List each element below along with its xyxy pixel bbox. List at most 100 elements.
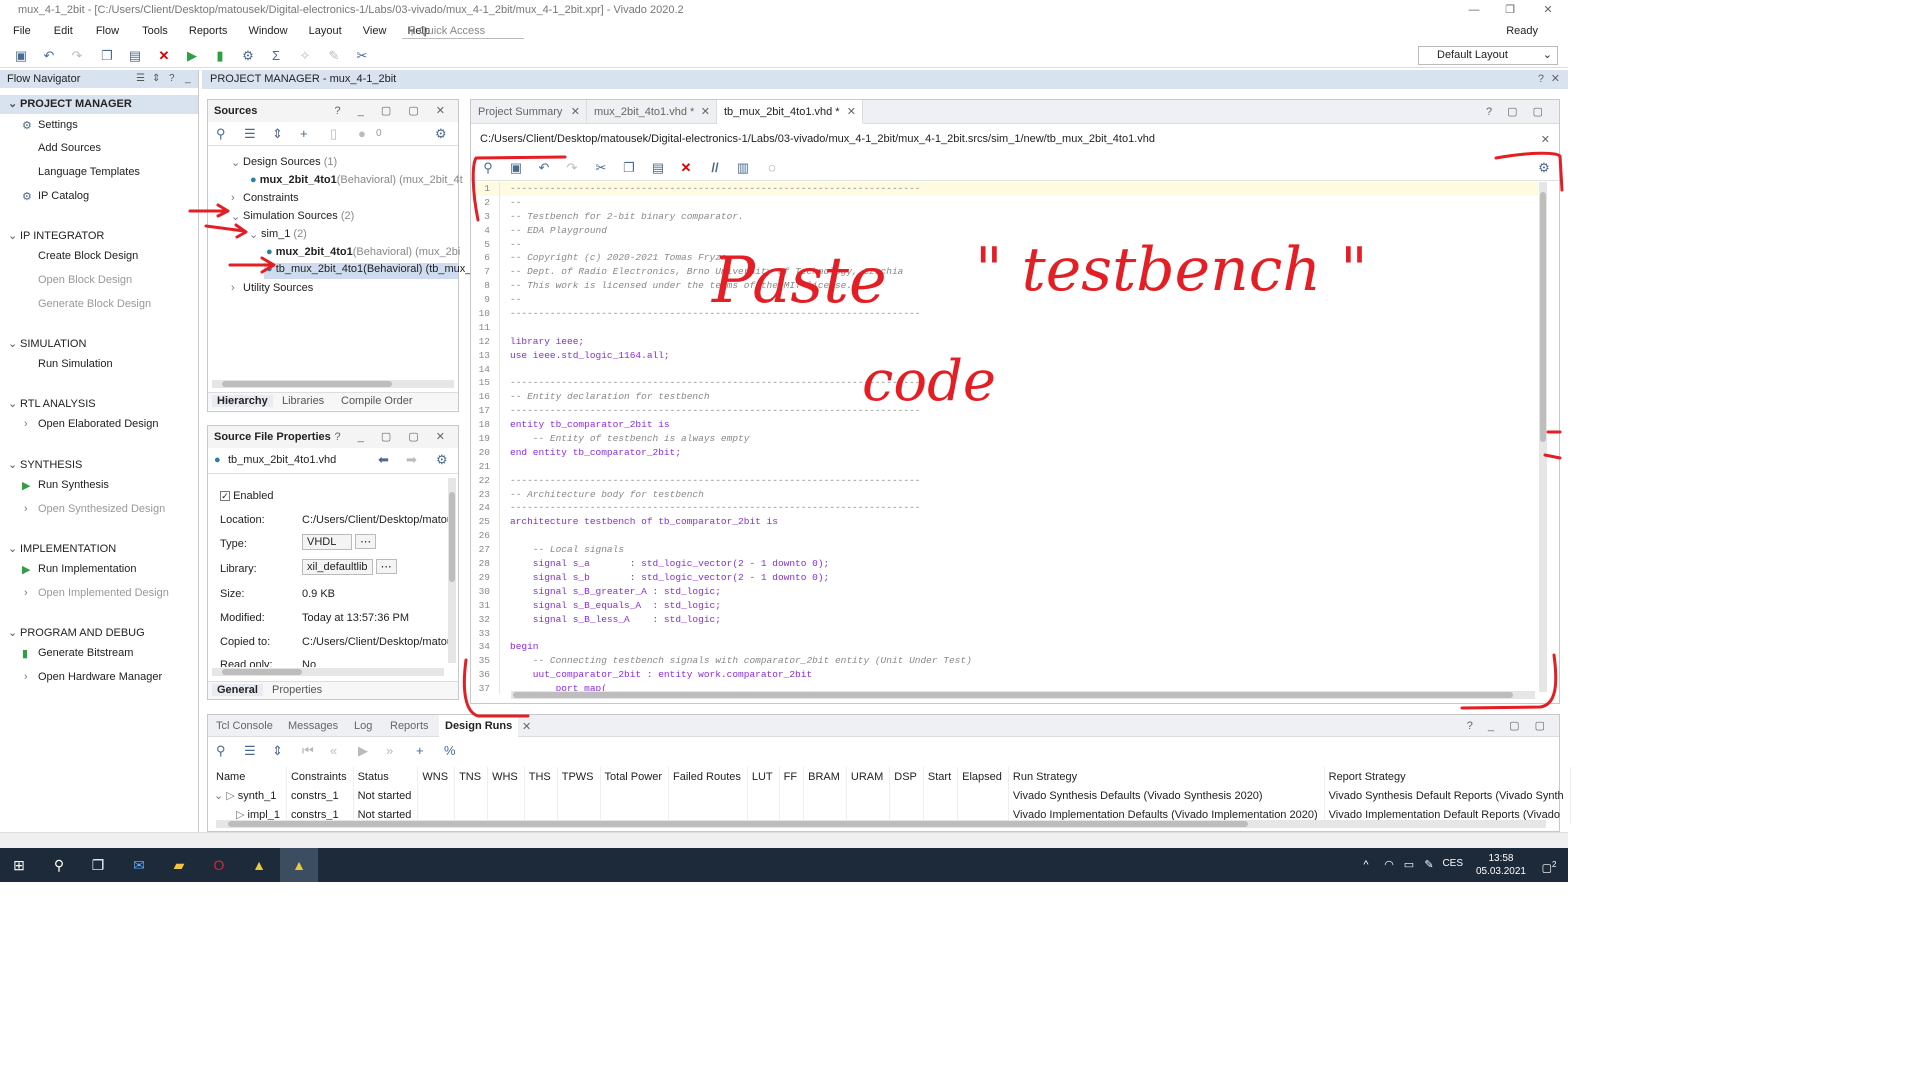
code-line[interactable]: 14 bbox=[476, 363, 1538, 377]
nav-run-synthesis[interactable]: ▶ Run Synthesis bbox=[22, 479, 109, 492]
tab-compile-order[interactable]: Compile Order bbox=[341, 395, 413, 407]
tree-simulation-sources[interactable]: ⌄ Simulation Sources (2) bbox=[231, 210, 354, 223]
tab-log[interactable]: Log bbox=[348, 715, 378, 737]
undo-icon[interactable]: ↶ bbox=[40, 47, 58, 65]
section-program-and-debug[interactable]: ⌄ PROGRAM AND DEBUG bbox=[8, 626, 145, 639]
menu-file[interactable]: File bbox=[13, 20, 31, 42]
column-header[interactable]: THS bbox=[524, 767, 558, 786]
menu-view[interactable]: View bbox=[363, 20, 387, 42]
code-line[interactable]: 31 signal s_B_equals_A : std_logic; bbox=[476, 599, 1538, 613]
editor-vscroll[interactable] bbox=[1539, 182, 1547, 692]
code-line[interactable]: 17 --------------------------------------… bbox=[476, 404, 1538, 418]
tab-properties[interactable]: Properties bbox=[272, 684, 322, 696]
nav-create-block-design[interactable]: Create Block Design bbox=[38, 250, 138, 262]
comment-icon[interactable]: // bbox=[706, 159, 724, 177]
type-field[interactable]: VHDL bbox=[302, 534, 352, 550]
tree-mux-sim[interactable]: ● mux_2bit_4to1(Behavioral) (mux_2bi bbox=[266, 246, 460, 258]
open-project-icon[interactable]: ▣ bbox=[12, 47, 30, 65]
restore-button[interactable]: ❐ bbox=[1490, 0, 1530, 20]
search-icon[interactable]: ⚲ bbox=[479, 159, 497, 177]
next-icon[interactable]: » bbox=[386, 743, 393, 758]
close-icon[interactable]: ✕ bbox=[701, 100, 710, 124]
copy-icon[interactable]: ❐ bbox=[620, 159, 638, 177]
code-line[interactable]: 4 -- EDA Playground bbox=[476, 224, 1538, 238]
run-icon[interactable]: ▶ bbox=[183, 47, 201, 65]
vivado-hls-icon[interactable]: ▲ bbox=[248, 855, 270, 875]
tab-general[interactable]: General bbox=[212, 684, 263, 696]
code-line[interactable]: 30 signal s_B_greater_A : std_logic; bbox=[476, 585, 1538, 599]
code-line[interactable]: 13 use ieee.std_logic_1164.all; bbox=[476, 349, 1538, 363]
close-icon[interactable]: ✕ bbox=[571, 100, 580, 124]
column-header[interactable]: Elapsed bbox=[957, 767, 1009, 786]
tree-sim-1[interactable]: ⌄ sim_1 (2) bbox=[249, 228, 307, 241]
menu-flow[interactable]: Flow bbox=[96, 20, 119, 42]
delete-icon[interactable]: ✕ bbox=[155, 47, 173, 65]
collapse-all-icon[interactable]: ☰ bbox=[244, 743, 256, 759]
column-header[interactable]: DSP bbox=[889, 767, 924, 786]
nav-open-synthesized-design[interactable]: › Open Synthesized Design bbox=[24, 503, 165, 515]
notifications-icon[interactable]: ▢2 bbox=[1538, 855, 1560, 875]
help-icon[interactable]: ? bbox=[1538, 70, 1544, 89]
code-line[interactable]: 18 entity tb_comparator_2bit is bbox=[476, 418, 1538, 432]
code-line[interactable]: 26 bbox=[476, 529, 1538, 543]
tab-tcl-console[interactable]: Tcl Console bbox=[210, 715, 279, 737]
column-header[interactable]: Start bbox=[923, 767, 959, 786]
code-line[interactable]: 22 --------------------------------------… bbox=[476, 474, 1538, 488]
close-window-button[interactable]: ✕ bbox=[1528, 0, 1568, 20]
tab-project-summary[interactable]: Project Summary ✕ bbox=[471, 100, 587, 124]
nav-generate-bitstream[interactable]: ▮ Generate Bitstream bbox=[22, 647, 133, 660]
paste-icon[interactable]: ▤ bbox=[649, 159, 667, 177]
pane-controls[interactable]: ? _ ▢ ▢ ✕ bbox=[335, 100, 452, 122]
code-line[interactable]: 16 -- Entity declaration for testbench bbox=[476, 390, 1538, 404]
code-line[interactable]: 8 -- This work is licensed under the term… bbox=[476, 279, 1538, 293]
collapse-all-icon[interactable]: ☰ bbox=[244, 126, 256, 142]
column-header[interactable]: FF bbox=[779, 767, 805, 786]
settings-gear-icon[interactable]: ⚙ bbox=[436, 452, 448, 468]
code-line[interactable]: 10 --------------------------------------… bbox=[476, 307, 1538, 321]
column-header[interactable]: URAM bbox=[846, 767, 891, 786]
code-line[interactable]: 35 -- Connecting testbench signals with … bbox=[476, 654, 1538, 668]
code-line[interactable]: 20 end entity tb_comparator_2bit; bbox=[476, 446, 1538, 460]
clock[interactable]: 13:58 05.03.2021 bbox=[1476, 852, 1526, 878]
bottom-window-controls[interactable]: ? _ ▢ ▢ bbox=[1467, 719, 1551, 732]
column-header[interactable]: Status bbox=[353, 767, 419, 786]
quick-access-input[interactable]: ⚲ Quick Access bbox=[402, 23, 524, 39]
runs-hscroll[interactable] bbox=[216, 820, 1546, 828]
table-row[interactable]: ⌄ ▷ synth_1 constrs_1 Not started Vivado … bbox=[212, 786, 1571, 805]
pen-icon[interactable]: ✎ bbox=[1418, 855, 1440, 875]
column-header[interactable]: LUT bbox=[747, 767, 780, 786]
add-icon[interactable]: + bbox=[300, 126, 308, 141]
search-icon[interactable]: ⚲ bbox=[216, 743, 226, 759]
launch-icon[interactable]: ▶ bbox=[358, 743, 368, 759]
copy-icon[interactable]: ❐ bbox=[98, 47, 116, 65]
code-line[interactable]: 21 bbox=[476, 460, 1538, 474]
code-line[interactable]: 5 -- bbox=[476, 238, 1538, 252]
settings-gear-icon[interactable]: ⚙ bbox=[239, 47, 257, 65]
code-line[interactable]: 33 bbox=[476, 627, 1538, 641]
code-line[interactable]: 29 signal s_b : std_logic_vector(2 - 1 d… bbox=[476, 571, 1538, 585]
close-icon[interactable]: ✕ bbox=[522, 720, 531, 733]
help-icon[interactable]: ? bbox=[169, 70, 175, 88]
code-line[interactable]: 34 begin bbox=[476, 640, 1538, 654]
code-line[interactable]: 11 bbox=[476, 321, 1538, 335]
section-project-manager[interactable]: ⌄ PROJECT MANAGER bbox=[8, 97, 132, 110]
sigma-icon[interactable]: Σ bbox=[267, 47, 285, 65]
column-header[interactable]: Run Strategy bbox=[1008, 767, 1325, 786]
code-editor[interactable]: 1 ---------------------------------------… bbox=[476, 182, 1538, 694]
first-icon[interactable]: ⏮ bbox=[302, 743, 314, 759]
chevron-up-icon[interactable]: ^ bbox=[1355, 855, 1377, 875]
column-header[interactable]: WHS bbox=[487, 767, 525, 786]
minimize-pane-icon[interactable]: _ bbox=[185, 70, 191, 88]
editor-window-controls[interactable]: ? ▢ ▢ bbox=[1486, 105, 1549, 118]
code-line[interactable]: 32 signal s_B_less_A : std_logic; bbox=[476, 613, 1538, 627]
tab-tb-mux-vhd[interactable]: tb_mux_2bit_4to1.vhd * ✕ bbox=[717, 100, 863, 124]
close-icon[interactable]: ✕ bbox=[1541, 133, 1550, 146]
pane-controls[interactable]: ? _ ▢ ▢ ✕ bbox=[335, 426, 452, 448]
cross-probe-icon[interactable]: ✧ bbox=[296, 47, 314, 65]
editor-hscroll[interactable] bbox=[511, 691, 1535, 699]
nav-settings[interactable]: ⚙ Settings bbox=[22, 119, 78, 132]
code-line[interactable]: 3 -- Testbench for 2-bit binary comparato… bbox=[476, 210, 1538, 224]
code-line[interactable]: 12 library ieee; bbox=[476, 335, 1538, 349]
menu-layout[interactable]: Layout bbox=[309, 20, 342, 42]
tree-design-sources[interactable]: ⌄ Design Sources (1) bbox=[231, 156, 337, 169]
